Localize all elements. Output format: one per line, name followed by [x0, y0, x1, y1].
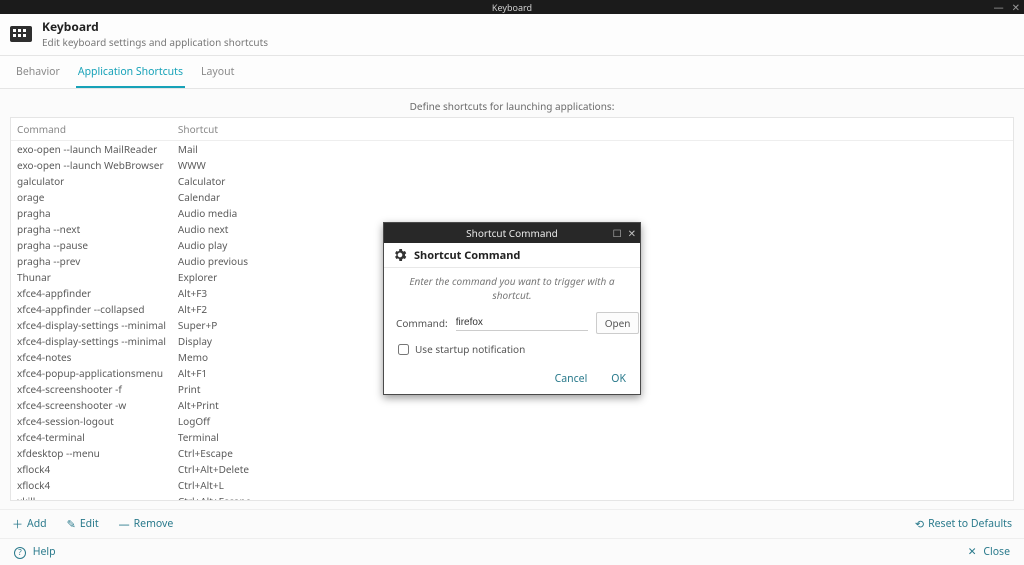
row-command: xfce4-popup-applicationsmenu	[11, 365, 172, 381]
col-command[interactable]: Command	[11, 118, 172, 141]
table-row[interactable]: exo-open --launch WebBrowserWWW	[11, 157, 1013, 173]
row-command: xfce4-notes	[11, 349, 172, 365]
row-shortcut: Ctrl+Alt+Delete	[172, 461, 1013, 477]
row-command: exo-open --launch WebBrowser	[11, 157, 172, 173]
dialog-window-title: Shortcut Command	[466, 226, 558, 240]
tab-application-shortcuts[interactable]: Application Shortcuts	[76, 62, 185, 88]
dialog-footer: Cancel OK	[384, 366, 640, 394]
help-button[interactable]: Help	[14, 545, 56, 559]
row-command: galculator	[11, 173, 172, 189]
table-row[interactable]: xfce4-screenshooter -wAlt+Print	[11, 397, 1013, 413]
command-input[interactable]	[456, 315, 588, 331]
gear-icon	[392, 247, 408, 263]
row-command: xfce4-appfinder --collapsed	[11, 301, 172, 317]
table-row[interactable]: xkillCtrl+Alt+Escape	[11, 493, 1013, 501]
row-command: xflock4	[11, 461, 172, 477]
row-command: xfce4-screenshooter -f	[11, 381, 172, 397]
remove-label: Remove	[134, 517, 174, 531]
row-command: xfce4-session-logout	[11, 413, 172, 429]
row-command: xflock4	[11, 477, 172, 493]
table-row[interactable]: xfce4-terminalTerminal	[11, 429, 1013, 445]
tab-behavior[interactable]: Behavior	[14, 62, 62, 88]
row-shortcut: WWW	[172, 157, 1013, 173]
row-shortcut: Calendar	[172, 189, 1013, 205]
row-command: pragha --prev	[11, 253, 172, 269]
window-titlebar: Keyboard — ✕	[0, 0, 1024, 14]
open-button[interactable]: Open	[596, 312, 640, 334]
row-command: xfce4-appfinder	[11, 285, 172, 301]
reset-defaults-button[interactable]: ⟲ Reset to Defaults	[915, 517, 1012, 532]
row-shortcut: LogOff	[172, 413, 1013, 429]
dialog-instruction: Enter the command you want to trigger wi…	[396, 274, 628, 302]
keyboard-icon	[10, 26, 32, 42]
plus-icon: ＋	[12, 516, 23, 532]
reset-icon: ⟲	[915, 517, 924, 532]
row-command: xkill	[11, 493, 172, 501]
row-shortcut: Mail	[172, 141, 1013, 158]
window-title: Keyboard	[492, 1, 532, 14]
close-icon[interactable]: ✕	[1012, 0, 1020, 14]
row-command: xfce4-screenshooter -w	[11, 397, 172, 413]
row-command: xfce4-terminal	[11, 429, 172, 445]
add-label: Add	[27, 517, 47, 531]
close-label: Close	[983, 545, 1010, 559]
dialog-titlebar[interactable]: Shortcut Command ☐ ✕	[384, 223, 640, 243]
pencil-icon: ✎	[67, 517, 76, 532]
row-shortcut: Ctrl+Alt+L	[172, 477, 1013, 493]
edit-label: Edit	[80, 517, 99, 531]
col-shortcut[interactable]: Shortcut	[172, 118, 1013, 141]
table-row[interactable]: orageCalendar	[11, 189, 1013, 205]
row-shortcut: Ctrl+Escape	[172, 445, 1013, 461]
tab-layout[interactable]: Layout	[199, 62, 236, 88]
dialog-close-icon[interactable]: ✕	[628, 226, 636, 240]
action-bar: ＋ Add ✎ Edit — Remove ⟲ Reset to Default…	[0, 509, 1024, 538]
startup-notification-checkbox[interactable]	[398, 344, 409, 355]
row-command: Thunar	[11, 269, 172, 285]
close-x-icon: ✕	[968, 545, 977, 559]
cancel-button[interactable]: Cancel	[555, 372, 588, 386]
page-subtitle: Edit keyboard settings and application s…	[42, 35, 268, 49]
tabs: Behavior Application Shortcuts Layout	[0, 56, 1024, 89]
row-command: exo-open --launch MailReader	[11, 141, 172, 158]
add-button[interactable]: ＋ Add	[12, 516, 47, 532]
close-button[interactable]: ✕ Close	[968, 545, 1010, 559]
table-row[interactable]: xfce4-session-logoutLogOff	[11, 413, 1013, 429]
table-row[interactable]: praghaAudio media	[11, 205, 1013, 221]
hint-text: Define shortcuts for launching applicati…	[10, 97, 1014, 117]
table-row[interactable]: galculatorCalculator	[11, 173, 1013, 189]
minus-icon: —	[119, 517, 130, 532]
table-row[interactable]: exo-open --launch MailReaderMail	[11, 141, 1013, 158]
row-shortcut: Alt+Print	[172, 397, 1013, 413]
dialog-header: Shortcut Command	[384, 243, 640, 268]
remove-button[interactable]: — Remove	[119, 517, 174, 532]
ok-button[interactable]: OK	[611, 372, 626, 386]
row-command: orage	[11, 189, 172, 205]
edit-button[interactable]: ✎ Edit	[67, 517, 99, 532]
row-command: pragha --next	[11, 221, 172, 237]
dialog-body: Enter the command you want to trigger wi…	[384, 268, 640, 366]
row-command: xfce4-display-settings --minimal	[11, 317, 172, 333]
row-command: xfce4-display-settings --minimal	[11, 333, 172, 349]
table-row[interactable]: xflock4Ctrl+Alt+L	[11, 477, 1013, 493]
row-shortcut: Audio media	[172, 205, 1013, 221]
row-shortcut: Terminal	[172, 429, 1013, 445]
page-title: Keyboard	[42, 18, 268, 35]
table-row[interactable]: xflock4Ctrl+Alt+Delete	[11, 461, 1013, 477]
row-command: pragha	[11, 205, 172, 221]
minimize-icon[interactable]: —	[994, 0, 1004, 14]
startup-notification-label: Use startup notification	[415, 342, 525, 356]
table-row[interactable]: xfdesktop --menuCtrl+Escape	[11, 445, 1013, 461]
row-shortcut: Calculator	[172, 173, 1013, 189]
footer: Help ✕ Close	[0, 538, 1024, 565]
row-command: pragha --pause	[11, 237, 172, 253]
help-label: Help	[33, 545, 56, 559]
command-label: Command:	[396, 316, 448, 330]
row-command: xfdesktop --menu	[11, 445, 172, 461]
dialog-maximize-icon[interactable]: ☐	[613, 226, 622, 240]
shortcut-command-dialog: Shortcut Command ☐ ✕ Shortcut Command En…	[383, 222, 641, 395]
dialog-title: Shortcut Command	[414, 248, 520, 263]
reset-label: Reset to Defaults	[928, 517, 1012, 531]
row-shortcut: Ctrl+Alt+Escape	[172, 493, 1013, 501]
settings-header: Keyboard Edit keyboard settings and appl…	[0, 14, 1024, 56]
